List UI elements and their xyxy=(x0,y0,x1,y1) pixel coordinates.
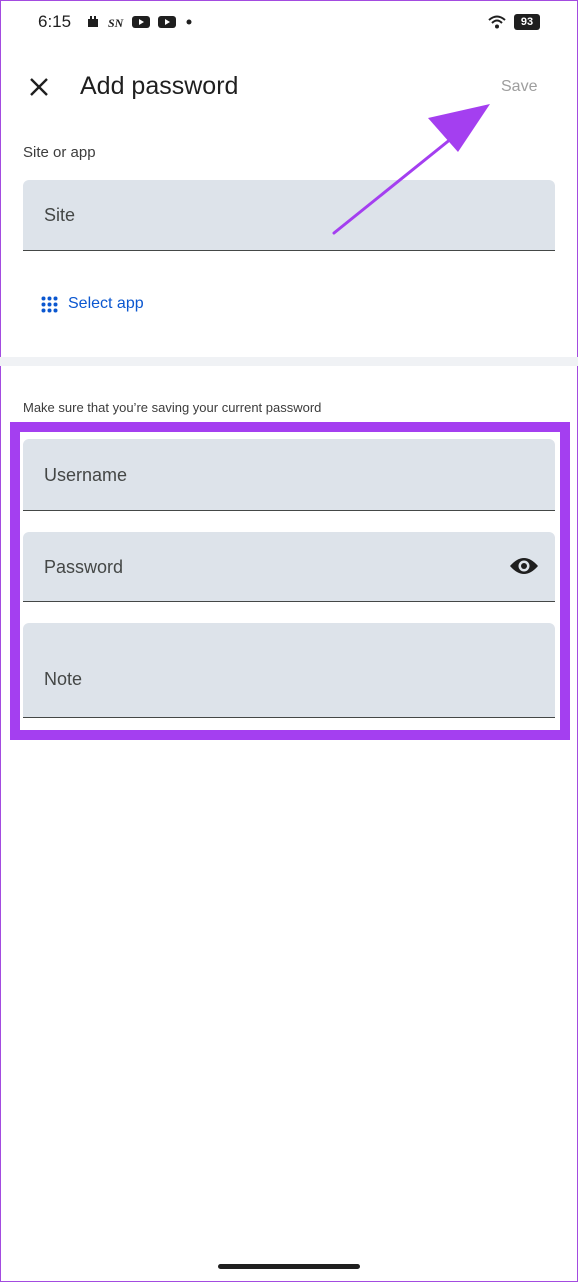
grid-dots-icon xyxy=(41,296,58,312)
note-placeholder: Note xyxy=(44,669,83,689)
notification-app-icon xyxy=(88,16,98,27)
youtube-icon xyxy=(158,16,176,28)
close-button[interactable] xyxy=(24,70,54,104)
status-bar: 6:15 SN 93 xyxy=(0,0,578,46)
gesture-navigation-bar[interactable] xyxy=(218,1264,360,1269)
username-placeholder: Username xyxy=(44,465,128,485)
svg-text:SN: SN xyxy=(108,16,124,29)
eye-icon[interactable] xyxy=(509,554,539,578)
page-title: Add password xyxy=(80,72,239,100)
site-placeholder: Site xyxy=(44,205,76,225)
username-input[interactable]: Username xyxy=(23,439,555,511)
wifi-icon xyxy=(488,15,506,29)
system-icons: 93 xyxy=(488,14,540,30)
status-time: 6:15 xyxy=(38,12,72,31)
select-app-label: Select app xyxy=(68,295,144,312)
dot-icon xyxy=(186,19,192,25)
battery-icon: 93 xyxy=(514,14,540,30)
site-section-label: Site or app xyxy=(23,144,96,161)
site-input[interactable]: Site xyxy=(23,180,555,251)
password-input[interactable]: Password xyxy=(23,532,555,602)
notification-app-icon: SN xyxy=(108,16,124,29)
select-app-button[interactable]: Select app xyxy=(41,295,144,313)
save-button[interactable]: Save xyxy=(501,78,537,96)
help-text: Make sure that you’re saving your curren… xyxy=(23,400,322,415)
youtube-icon xyxy=(132,16,150,28)
notification-icons: SN xyxy=(86,15,194,29)
section-divider xyxy=(0,357,578,366)
password-placeholder: Password xyxy=(44,557,124,577)
note-input[interactable]: Note xyxy=(23,623,555,718)
close-icon xyxy=(30,78,48,96)
